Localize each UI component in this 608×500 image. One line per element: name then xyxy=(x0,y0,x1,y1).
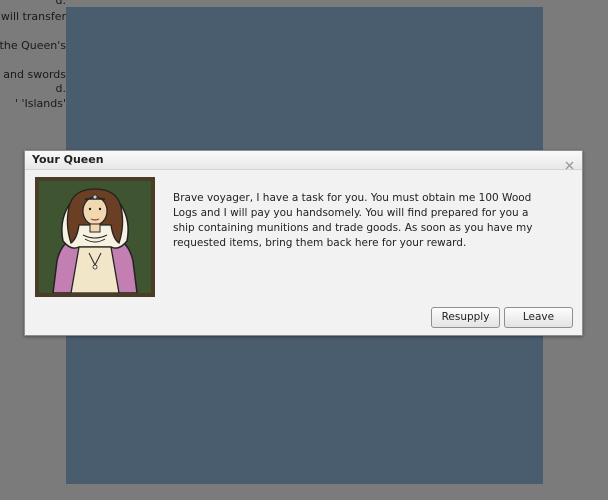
background-line: d. xyxy=(55,0,66,7)
quest-message: Brave voyager, I have a task for you. Yo… xyxy=(173,192,533,249)
background-line: the Queen's xyxy=(0,39,66,52)
close-icon[interactable] xyxy=(565,155,574,170)
background-text: d. will transfer the Queen's and swords … xyxy=(0,0,66,120)
resupply-button[interactable]: Resupply xyxy=(431,307,500,328)
queen-dialog: Your Queen Brave voyager, I have a task … xyxy=(24,150,583,336)
dialog-title: Your Queen xyxy=(32,153,104,166)
background-line: will transfer xyxy=(0,10,66,23)
background-line: d. xyxy=(55,82,66,95)
leave-button[interactable]: Leave xyxy=(504,307,573,328)
background-line: ' 'Islands' xyxy=(14,97,66,110)
queen-portrait xyxy=(35,177,155,297)
dialog-header: Your Queen xyxy=(25,151,582,170)
background-line: and swords xyxy=(3,68,66,81)
